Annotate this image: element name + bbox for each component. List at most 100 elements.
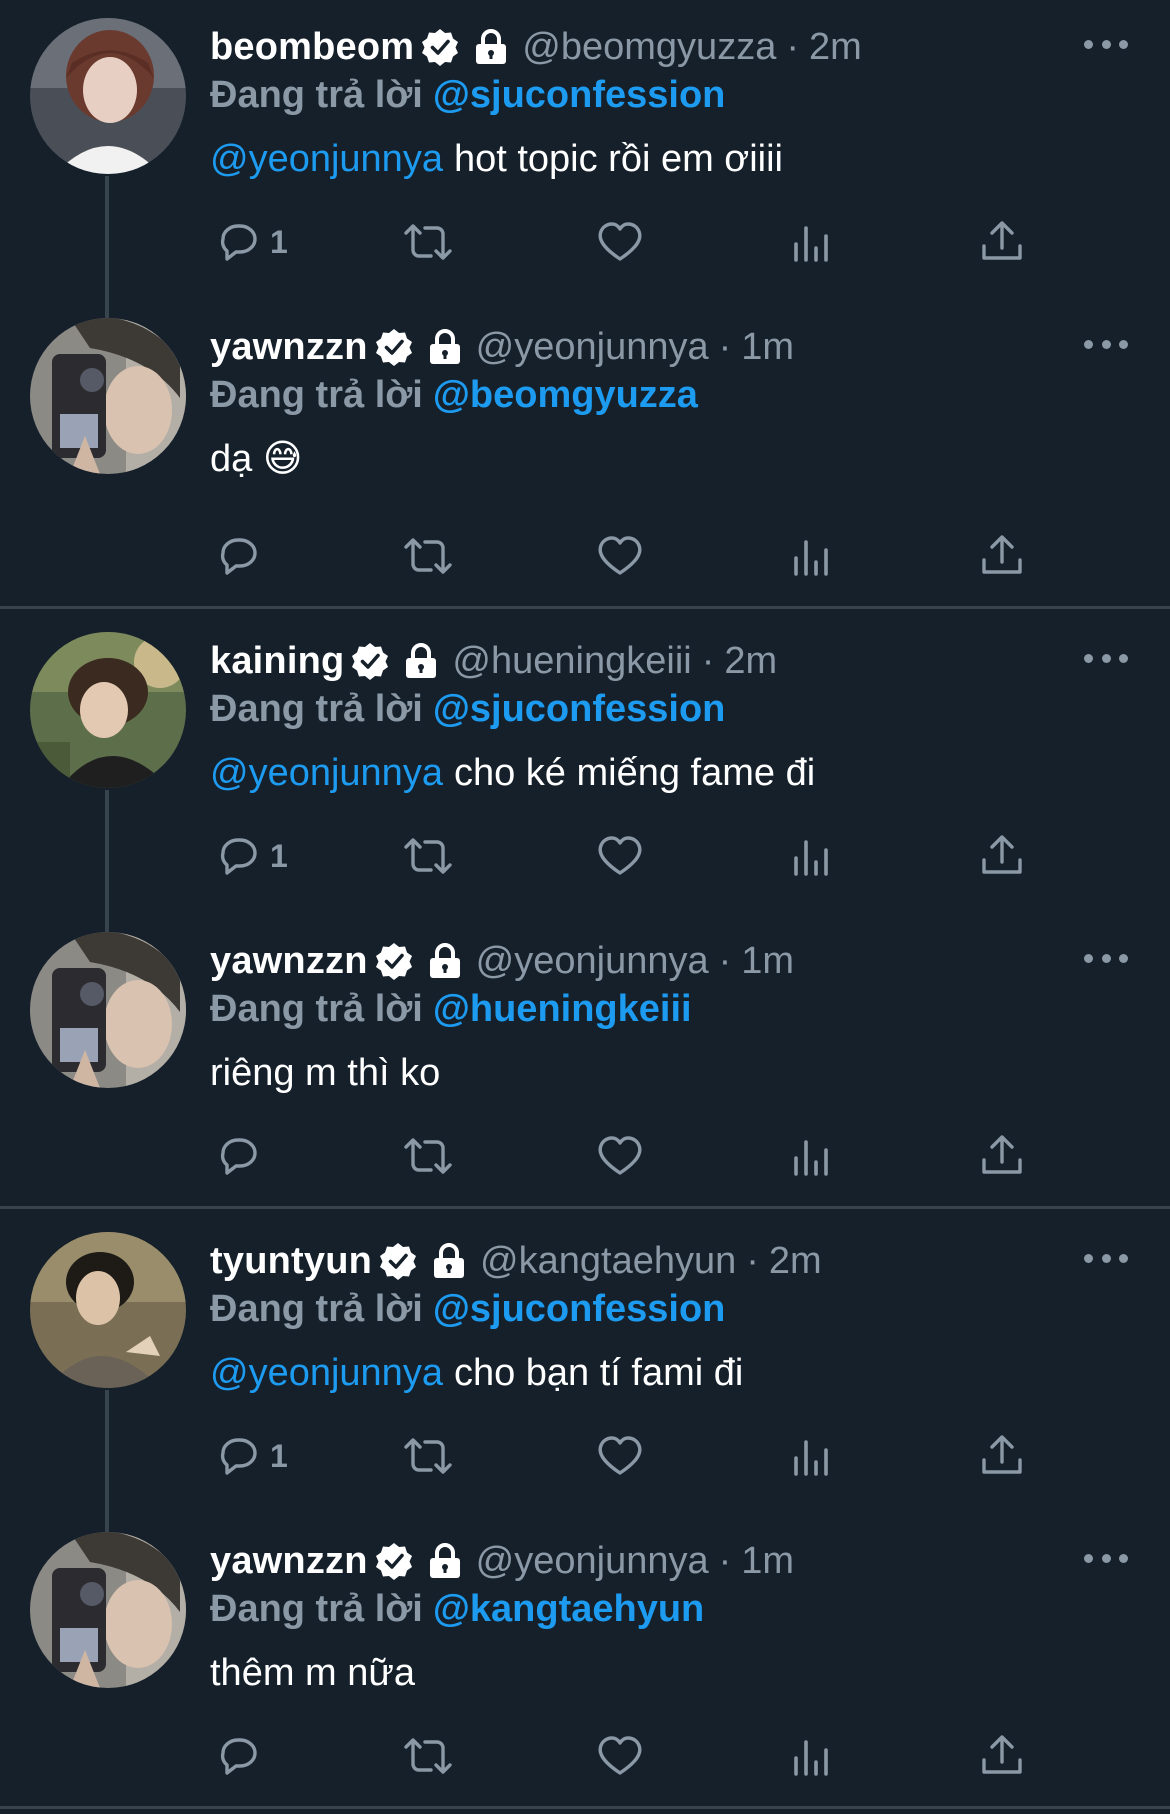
reply-button[interactable]: 1: [214, 1428, 288, 1484]
tweet-body: hot topic rồi em ơiiii: [453, 138, 783, 180]
tweet[interactable]: yawnzzn @yeonjunnya · 1m Đang trả lời @ka…: [0, 1514, 1170, 1814]
tweet[interactable]: yawnzzn @yeonjunnya · 1m Đang trả lời @hu…: [0, 914, 1170, 1214]
replying-to: Đang trả lời @sjuconfession: [210, 70, 725, 120]
mention-link[interactable]: @yeonjunnya: [210, 1352, 443, 1394]
like-button[interactable]: [596, 1428, 644, 1484]
retweet-button[interactable]: [400, 1128, 456, 1184]
avatar[interactable]: [30, 1232, 186, 1388]
retweet-button[interactable]: [400, 828, 456, 884]
replying-to-handle[interactable]: @sjuconfession: [433, 688, 726, 730]
more-options-icon[interactable]: [1084, 946, 1128, 970]
tweet-body: riêng m thì ko: [210, 1052, 441, 1094]
analytics-icon: [788, 1732, 836, 1780]
tweet[interactable]: kaining @hueningkeiii · 2m Đang trả lời @…: [0, 614, 1170, 914]
more-options-icon[interactable]: [1084, 32, 1128, 56]
display-name[interactable]: kaining: [210, 636, 344, 686]
views-button[interactable]: [788, 1728, 836, 1784]
lock-icon: [428, 329, 462, 365]
timestamp[interactable]: 2m: [769, 1236, 822, 1286]
user-handle[interactable]: @yeonjunnya: [476, 322, 709, 372]
avatar[interactable]: [30, 18, 186, 174]
user-handle[interactable]: @yeonjunnya: [476, 1536, 709, 1586]
tweet-body: cho bạn tí fami đi: [453, 1352, 744, 1394]
display-name[interactable]: yawnzzn: [210, 936, 368, 986]
retweet-icon: [400, 1732, 456, 1780]
timestamp[interactable]: 2m: [724, 636, 777, 686]
retweet-icon: [400, 1132, 456, 1180]
replying-to-handle[interactable]: @kangtaehyun: [433, 1588, 704, 1630]
like-button[interactable]: [596, 214, 644, 270]
share-button[interactable]: [978, 1128, 1026, 1184]
reply-button[interactable]: [214, 1128, 262, 1184]
display-name[interactable]: beombeom: [210, 22, 414, 72]
tweet-text: @yeonjunnya hot topic rồi em ơiiii: [210, 134, 783, 184]
share-button[interactable]: [978, 1728, 1026, 1784]
views-button[interactable]: [788, 214, 836, 270]
avatar[interactable]: [30, 632, 186, 788]
tweet[interactable]: beombeom @beomgyuzza · 2m Đang trả lời @s…: [0, 0, 1170, 300]
timestamp[interactable]: 1m: [741, 936, 794, 986]
retweet-button[interactable]: [400, 1728, 456, 1784]
share-button[interactable]: [978, 1428, 1026, 1484]
retweet-button[interactable]: [400, 1428, 456, 1484]
views-button[interactable]: [788, 1128, 836, 1184]
share-button[interactable]: [978, 528, 1026, 584]
mention-link[interactable]: @yeonjunnya: [210, 138, 443, 180]
display-name[interactable]: tyuntyun: [210, 1236, 372, 1286]
reply-icon: [214, 832, 262, 880]
lock-icon: [428, 943, 462, 979]
replying-to-handle[interactable]: @hueningkeiii: [433, 988, 692, 1030]
more-options-icon[interactable]: [1084, 1246, 1128, 1270]
timestamp[interactable]: 2m: [809, 22, 862, 72]
user-handle[interactable]: @beomgyuzza: [522, 22, 776, 72]
avatar[interactable]: [30, 932, 186, 1088]
share-icon: [978, 532, 1026, 580]
retweet-icon: [400, 532, 456, 580]
action-bar: 1: [0, 828, 1170, 884]
replying-to-handle[interactable]: @sjuconfession: [433, 1288, 726, 1330]
retweet-button[interactable]: [400, 528, 456, 584]
display-name[interactable]: yawnzzn: [210, 322, 368, 372]
reply-button[interactable]: [214, 1728, 262, 1784]
more-options-icon[interactable]: [1084, 646, 1128, 670]
more-options-icon[interactable]: [1084, 1546, 1128, 1570]
mention-link[interactable]: @yeonjunnya: [210, 752, 443, 794]
user-handle[interactable]: @yeonjunnya: [476, 936, 709, 986]
tweet-text: thêm m nữa: [210, 1648, 415, 1698]
like-button[interactable]: [596, 528, 644, 584]
replying-to-handle[interactable]: @sjuconfession: [433, 74, 726, 116]
separator-dot: ·: [718, 940, 732, 982]
user-handle[interactable]: @kangtaehyun: [480, 1236, 736, 1286]
timestamp[interactable]: 1m: [741, 322, 794, 372]
retweet-button[interactable]: [400, 214, 456, 270]
verified-badge-icon: [374, 941, 414, 981]
more-options-icon[interactable]: [1084, 332, 1128, 356]
analytics-icon: [788, 218, 836, 266]
share-button[interactable]: [978, 214, 1026, 270]
timestamp[interactable]: 1m: [741, 1536, 794, 1586]
views-button[interactable]: [788, 1428, 836, 1484]
avatar[interactable]: [30, 1532, 186, 1688]
replying-to-label: Đang trả lời: [210, 688, 423, 730]
user-handle[interactable]: @hueningkeiii: [452, 636, 691, 686]
views-button[interactable]: [788, 528, 836, 584]
reply-button[interactable]: 1: [214, 828, 288, 884]
replying-to-label: Đang trả lời: [210, 74, 423, 116]
reply-button[interactable]: [214, 528, 262, 584]
like-button[interactable]: [596, 1728, 644, 1784]
views-button[interactable]: [788, 828, 836, 884]
tweet[interactable]: tyuntyun @kangtaehyun · 2m Đang trả lời @…: [0, 1214, 1170, 1514]
like-button[interactable]: [596, 828, 644, 884]
tweet[interactable]: yawnzzn @yeonjunnya · 1m Đang trả lời @be…: [0, 300, 1170, 600]
retweet-icon: [400, 832, 456, 880]
heart-icon: [596, 1732, 644, 1780]
tweet-header: beombeom @beomgyuzza · 2m: [210, 22, 862, 72]
tweet-body: dạ 😅: [210, 438, 303, 480]
reply-icon: [214, 218, 262, 266]
reply-button[interactable]: 1: [214, 214, 288, 270]
like-button[interactable]: [596, 1128, 644, 1184]
share-button[interactable]: [978, 828, 1026, 884]
avatar[interactable]: [30, 318, 186, 474]
replying-to-handle[interactable]: @beomgyuzza: [433, 374, 698, 416]
display-name[interactable]: yawnzzn: [210, 1536, 368, 1586]
